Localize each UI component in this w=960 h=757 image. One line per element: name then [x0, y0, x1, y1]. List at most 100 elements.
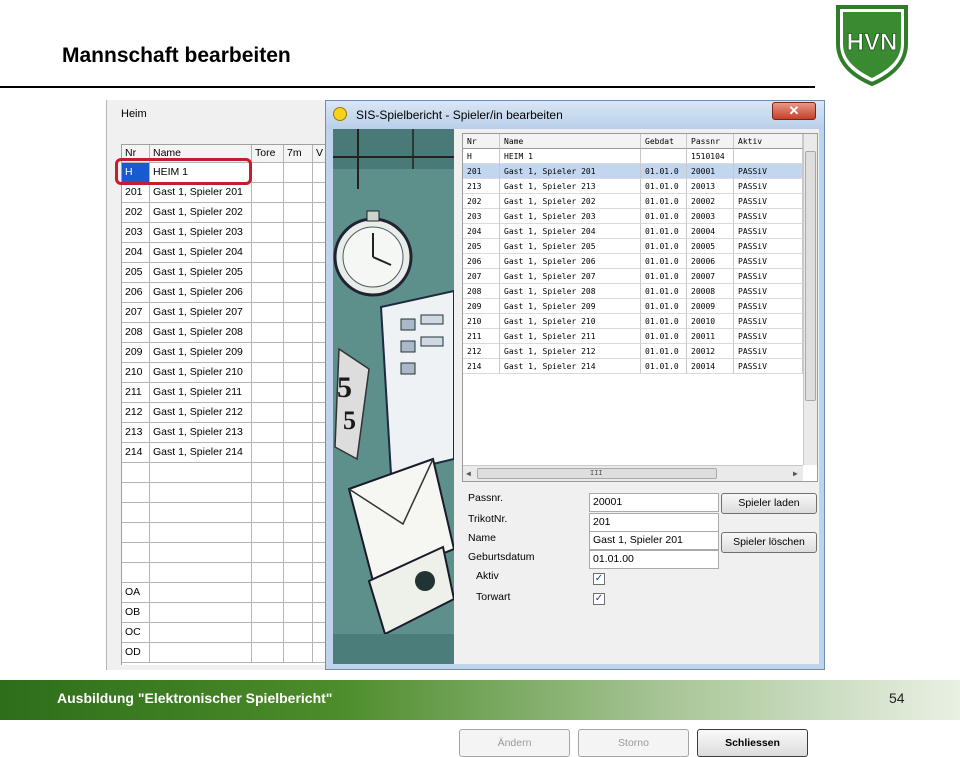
- table-row[interactable]: 205 Gast 1, Spieler 205 01.01.0 20005 PASSiV: [463, 239, 817, 254]
- cell-gebdat[interactable]: 01.01.0: [641, 224, 687, 239]
- cell-nr[interactable]: 210: [122, 363, 150, 382]
- cell-empty[interactable]: [252, 503, 284, 522]
- cell-gebdat[interactable]: 01.01.0: [641, 299, 687, 314]
- table-row[interactable]: 213 Gast 1, Spieler 213 01.01.0 20013 PASSiV…: [463, 179, 817, 194]
- table-row[interactable]: 204 Gast 1, Spieler 204 01.01.0 20004 PASSiV: [463, 224, 817, 239]
- cell-empty[interactable]: [252, 543, 284, 562]
- table-row[interactable]: 210 Gast 1, Spieler 210: [122, 363, 333, 383]
- cell-gebdat[interactable]: 01.01.0: [641, 194, 687, 209]
- cell-nr[interactable]: H: [463, 149, 500, 164]
- cell-aktiv[interactable]: PASSiV: [734, 359, 803, 374]
- cell-nr[interactable]: 214: [463, 359, 500, 374]
- cell-empty[interactable]: [252, 483, 284, 502]
- cell-name[interactable]: [150, 603, 252, 622]
- cell-nr[interactable]: 208: [463, 284, 500, 299]
- cell-name[interactable]: [150, 523, 252, 542]
- column-header-aktiv[interactable]: Aktiv: [734, 134, 803, 149]
- cell-nr[interactable]: 205: [463, 239, 500, 254]
- scroll-left-arrow-icon[interactable]: ◀: [466, 469, 471, 478]
- cell-empty[interactable]: [284, 423, 313, 442]
- trikotnr-field[interactable]: 201: [589, 513, 719, 532]
- column-header-passnr[interactable]: Passnr: [687, 134, 734, 149]
- cell-empty[interactable]: [252, 383, 284, 402]
- cell-gebdat[interactable]: 01.01.0: [641, 239, 687, 254]
- cell-empty[interactable]: [284, 443, 313, 462]
- dialog-titlebar[interactable]: SIS-Spielbericht - Spieler/in bearbeiten…: [326, 101, 824, 129]
- cell-nr[interactable]: [122, 563, 150, 582]
- cell-gebdat[interactable]: 01.01.0: [641, 254, 687, 269]
- cell-empty[interactable]: [252, 443, 284, 462]
- cell-empty[interactable]: [252, 163, 284, 182]
- cell-empty[interactable]: [252, 423, 284, 442]
- cell-name[interactable]: Gast 1, Spieler 212: [150, 403, 252, 422]
- cell-passnr[interactable]: 20013: [687, 179, 734, 194]
- cell-nr[interactable]: 208: [122, 323, 150, 342]
- table-row[interactable]: 214 Gast 1, Spieler 214: [122, 443, 333, 463]
- cell-passnr[interactable]: 1510104: [687, 149, 734, 164]
- passnr-field[interactable]: 20001: [589, 493, 719, 512]
- table-row[interactable]: OD: [122, 643, 333, 663]
- cell-aktiv[interactable]: PASSiV: [734, 239, 803, 254]
- cell-nr[interactable]: 204: [463, 224, 500, 239]
- cell-name[interactable]: Gast 1, Spieler 201: [500, 164, 641, 179]
- cell-name[interactable]: Gast 1, Spieler 203: [150, 223, 252, 242]
- cell-nr[interactable]: 214: [122, 443, 150, 462]
- cell-nr[interactable]: 211: [122, 383, 150, 402]
- cell-empty[interactable]: [252, 643, 284, 662]
- cell-empty[interactable]: [252, 463, 284, 482]
- cell-passnr[interactable]: 20014: [687, 359, 734, 374]
- cell-empty[interactable]: [284, 463, 313, 482]
- spieler-laden-button[interactable]: Spieler laden: [721, 493, 817, 514]
- table-row[interactable]: OA: [122, 583, 333, 603]
- table-row[interactable]: 206 Gast 1, Spieler 206: [122, 283, 333, 303]
- cell-name[interactable]: Gast 1, Spieler 207: [150, 303, 252, 322]
- aktiv-checkbox[interactable]: ✓: [593, 573, 605, 585]
- cell-nr[interactable]: 212: [463, 344, 500, 359]
- table-row[interactable]: [122, 523, 333, 543]
- cell-empty[interactable]: [284, 183, 313, 202]
- cell-name[interactable]: Gast 1, Spieler 202: [500, 194, 641, 209]
- cell-nr[interactable]: OB: [122, 603, 150, 622]
- cell-empty[interactable]: [284, 263, 313, 282]
- cell-passnr[interactable]: 20012: [687, 344, 734, 359]
- table-row[interactable]: 207 Gast 1, Spieler 207 01.01.0 20007 PASSiV: [463, 269, 817, 284]
- cell-name[interactable]: Gast 1, Spieler 214: [150, 443, 252, 462]
- cell-nr[interactable]: 210: [463, 314, 500, 329]
- column-header-name[interactable]: Name: [500, 134, 641, 149]
- cell-aktiv[interactable]: PASSiV: [734, 269, 803, 284]
- cell-empty[interactable]: [252, 603, 284, 622]
- cell-name[interactable]: Gast 1, Spieler 207: [500, 269, 641, 284]
- cell-name[interactable]: Gast 1, Spieler 210: [150, 363, 252, 382]
- cell-empty[interactable]: [284, 603, 313, 622]
- cell-empty[interactable]: [252, 223, 284, 242]
- cell-passnr[interactable]: 20004: [687, 224, 734, 239]
- cell-empty[interactable]: [284, 483, 313, 502]
- cell-aktiv[interactable]: PASSiV: [734, 254, 803, 269]
- cell-empty[interactable]: [252, 583, 284, 602]
- cell-passnr[interactable]: 20009: [687, 299, 734, 314]
- cell-empty[interactable]: [252, 623, 284, 642]
- table-row[interactable]: 202 Gast 1, Spieler 202 01.01.0 20002 PASSiV: [463, 194, 817, 209]
- cell-name[interactable]: Gast 1, Spieler 212: [500, 344, 641, 359]
- cell-empty[interactable]: [284, 623, 313, 642]
- cell-empty[interactable]: [284, 283, 313, 302]
- cell-gebdat[interactable]: 01.01.0: [641, 164, 687, 179]
- cell-gebdat[interactable]: 01.01.0: [641, 269, 687, 284]
- cell-name[interactable]: Gast 1, Spieler 202: [150, 203, 252, 222]
- cell-nr[interactable]: 202: [463, 194, 500, 209]
- cell-gebdat[interactable]: 01.01.0: [641, 329, 687, 344]
- cell-empty[interactable]: [284, 383, 313, 402]
- cell-nr[interactable]: OD: [122, 643, 150, 662]
- cell-nr[interactable]: 201: [122, 183, 150, 202]
- cell-gebdat[interactable]: 01.01.0: [641, 344, 687, 359]
- cell-name[interactable]: HEIM 1: [500, 149, 641, 164]
- cell-nr[interactable]: 205: [122, 263, 150, 282]
- cell-name[interactable]: Gast 1, Spieler 205: [500, 239, 641, 254]
- column-header-tore[interactable]: Tore: [252, 145, 284, 162]
- cell-passnr[interactable]: 20011: [687, 329, 734, 344]
- cell-gebdat[interactable]: [641, 149, 687, 164]
- cell-empty[interactable]: [284, 163, 313, 182]
- scroll-thumb[interactable]: [805, 151, 816, 401]
- column-header-nr[interactable]: Nr: [463, 134, 500, 149]
- cell-aktiv[interactable]: PASSiV: [734, 329, 803, 344]
